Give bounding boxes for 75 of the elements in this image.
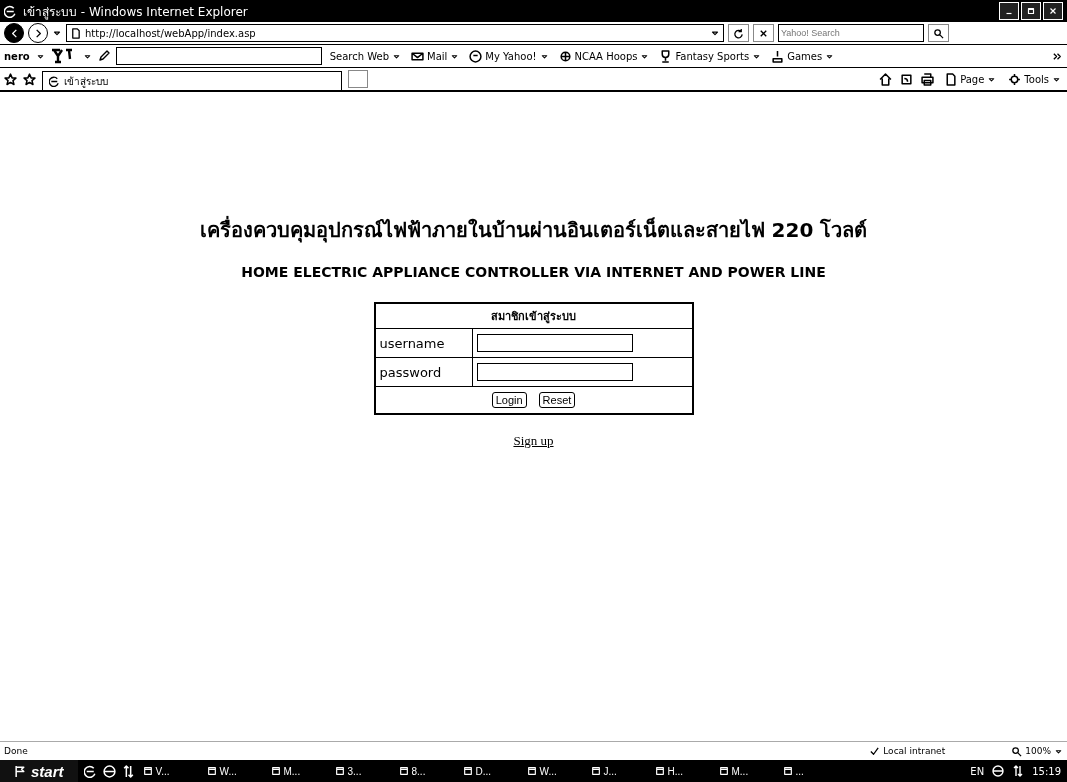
- close-icon: [1048, 6, 1058, 16]
- form-button[interactable]: Reset: [538, 392, 576, 408]
- input-field[interactable]: [476, 334, 633, 352]
- toolbar-link[interactable]: NCAA Hoops: [556, 49, 652, 63]
- toolbar-link[interactable]: Games: [769, 49, 837, 63]
- window-icon: [334, 766, 345, 776]
- form-button[interactable]: Login: [491, 392, 527, 408]
- browser-icon: [4, 4, 17, 18]
- home-icon[interactable]: [879, 72, 893, 86]
- window-icon: [718, 766, 729, 776]
- field-label: password: [374, 357, 472, 387]
- search-web-button[interactable]: Search Web: [327, 50, 404, 62]
- window-icon: [142, 766, 153, 776]
- globe-icon[interactable]: [102, 764, 116, 778]
- check-icon: [869, 745, 881, 757]
- refresh-button[interactable]: [728, 24, 749, 42]
- clock: 15:19: [1032, 765, 1061, 777]
- field-label: username: [374, 328, 472, 358]
- toolbar-link[interactable]: Mail: [409, 49, 462, 63]
- url-text: http://localhost/webApp/index.asp: [85, 27, 256, 39]
- search-field[interactable]: Yahoo! Search: [778, 24, 924, 42]
- brand-logo[interactable]: nero: [4, 50, 30, 62]
- star-icon[interactable]: [23, 72, 36, 86]
- window-icon: [398, 766, 409, 776]
- back-button[interactable]: [4, 23, 24, 43]
- window-icon: [654, 766, 665, 776]
- search-button[interactable]: [928, 24, 949, 42]
- star-icon[interactable]: [4, 72, 17, 86]
- mail-icon: [411, 49, 425, 63]
- command-button[interactable]: Tools: [1006, 72, 1063, 86]
- toolbar-link[interactable]: My Yahoo!: [467, 49, 551, 63]
- forward-button[interactable]: [28, 23, 48, 43]
- window-icon: [590, 766, 601, 776]
- pencil-icon[interactable]: [97, 50, 110, 62]
- input-field[interactable]: [476, 363, 633, 381]
- window-title: เข้าสู่ระบบ - Windows Internet Explorer: [23, 3, 249, 21]
- minimize-button[interactable]: [999, 2, 1019, 20]
- browser-icon[interactable]: [83, 764, 97, 778]
- arrows-icon[interactable]: [121, 764, 135, 778]
- toolbar-search-field[interactable]: [115, 47, 322, 65]
- toolbar-link[interactable]: Fantasy Sports: [657, 49, 764, 63]
- page-icon: [944, 72, 958, 86]
- window-icon: [462, 766, 473, 776]
- globe-icon[interactable]: [992, 765, 1005, 777]
- trophy-icon: [659, 49, 673, 63]
- page-heading: เครื่องควบคุมอุปกรณ์ไฟฟ้าภายในบ้านผ่านอินเตอร์เน็ตและสายไฟ 220 โวลต์: [199, 215, 868, 245]
- page-icon: [70, 27, 81, 39]
- start-button[interactable]: start: [0, 760, 78, 782]
- window-icon: [782, 766, 793, 776]
- address-field[interactable]: http://localhost/webApp/index.asp: [66, 24, 724, 42]
- refresh-icon: [733, 27, 744, 39]
- signup-link[interactable]: Sign up: [513, 433, 554, 449]
- language-indicator[interactable]: EN: [970, 765, 985, 777]
- zone-indicator: Local intranet: [869, 745, 1000, 757]
- window-icon: [206, 766, 217, 776]
- close-button[interactable]: [1043, 2, 1063, 20]
- restore-icon: [1026, 6, 1036, 16]
- page-subheading: HOME ELECTRIC APPLIANCE CONTROLLER VIA INTERNET AND POWER LINE: [241, 264, 826, 280]
- print-icon[interactable]: [921, 72, 935, 86]
- command-button[interactable]: Page: [942, 72, 999, 86]
- search-icon: [933, 27, 944, 39]
- stop-button[interactable]: [753, 24, 774, 42]
- maximize-button[interactable]: [1021, 2, 1041, 20]
- new-tab-button[interactable]: [348, 70, 368, 88]
- tools-icon: [1008, 72, 1022, 86]
- search-icon: [1011, 745, 1023, 757]
- arrows-icon[interactable]: [1012, 765, 1025, 777]
- window-icon: [526, 766, 537, 776]
- window-icon: [270, 766, 281, 776]
- status-text: Done: [4, 746, 28, 756]
- flag-icon: [14, 764, 27, 778]
- chevron-icon[interactable]: [1052, 50, 1063, 62]
- zoom-control[interactable]: 100%: [1011, 745, 1063, 757]
- browser-icon: [49, 75, 60, 87]
- browser-tab[interactable]: เข้าสู่ระบบ: [42, 71, 342, 90]
